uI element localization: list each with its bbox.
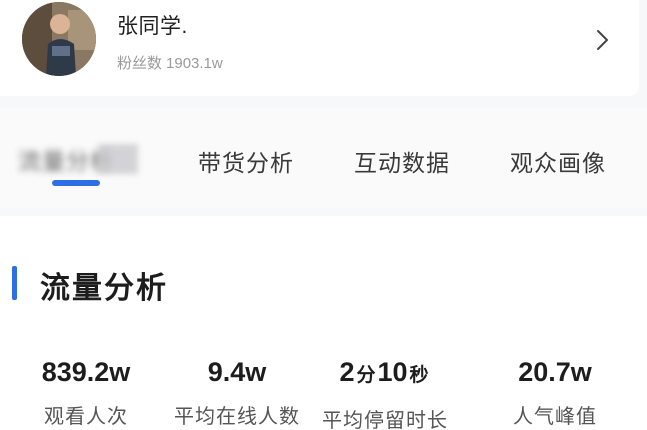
fans-label: 粉丝数 — [117, 55, 163, 72]
section-accent-bar — [12, 266, 17, 300]
metric-value: 839.2w — [41, 357, 131, 387]
metric-avg-online: 9.4w 平均在线人数 — [157, 356, 317, 429]
avatar[interactable] — [22, 2, 96, 76]
metric-views: 839.2w 观看人次 — [6, 356, 166, 429]
metric-label: 平均停留时长 — [322, 410, 448, 430]
blur-overlay — [98, 144, 138, 174]
profile-card[interactable]: 张同学. 粉丝数 1903.1w — [0, 0, 639, 96]
profile-name: 张同学. — [117, 15, 188, 38]
metric-value: 20.7w — [518, 357, 592, 387]
tab-bar: 流量分析 带货分析 互动数据 观众画像 — [0, 108, 647, 208]
metric-minutes: 2 — [339, 357, 355, 387]
metric-avg-stay: 2 分10 秒 平均停留时长 — [305, 356, 465, 430]
metric-peak-popularity: 20.7w 人气峰值 — [475, 356, 635, 429]
tab-interaction-data[interactable]: 互动数据 — [354, 144, 450, 178]
metric-value: 9.4w — [207, 357, 267, 387]
tab-traffic-analysis[interactable]: 流量分析 — [18, 142, 146, 178]
metric-value: 2 分10 秒 — [305, 356, 465, 392]
metric-label: 人气峰值 — [513, 406, 597, 428]
avatar-image — [22, 2, 96, 76]
metric-seconds: 10 — [377, 357, 408, 387]
chevron-right-icon[interactable] — [592, 28, 612, 52]
page: 张同学. 粉丝数 1903.1w 流量分析 带货分析 互动数据 观众画像 流量分析… — [0, 0, 647, 430]
metric-label: 观看人次 — [44, 406, 128, 428]
fans-value: 1903.1w — [166, 55, 223, 72]
metric-minutes-unit: 分 — [356, 365, 376, 386]
metric-label: 平均在线人数 — [174, 406, 300, 428]
section-title: 流量分析 — [40, 272, 168, 305]
tab-sales-analysis[interactable]: 带货分析 — [198, 144, 294, 178]
tab-audience-profile[interactable]: 观众画像 — [510, 144, 606, 178]
metric-seconds-unit: 秒 — [409, 365, 429, 386]
traffic-section: 流量分析 839.2w 观看人次 9.4w 平均在线人数 2 分10 秒 平均停留时… — [0, 216, 647, 430]
fans-count: 粉丝数 1903.1w — [117, 52, 223, 73]
active-tab-indicator — [52, 180, 100, 186]
